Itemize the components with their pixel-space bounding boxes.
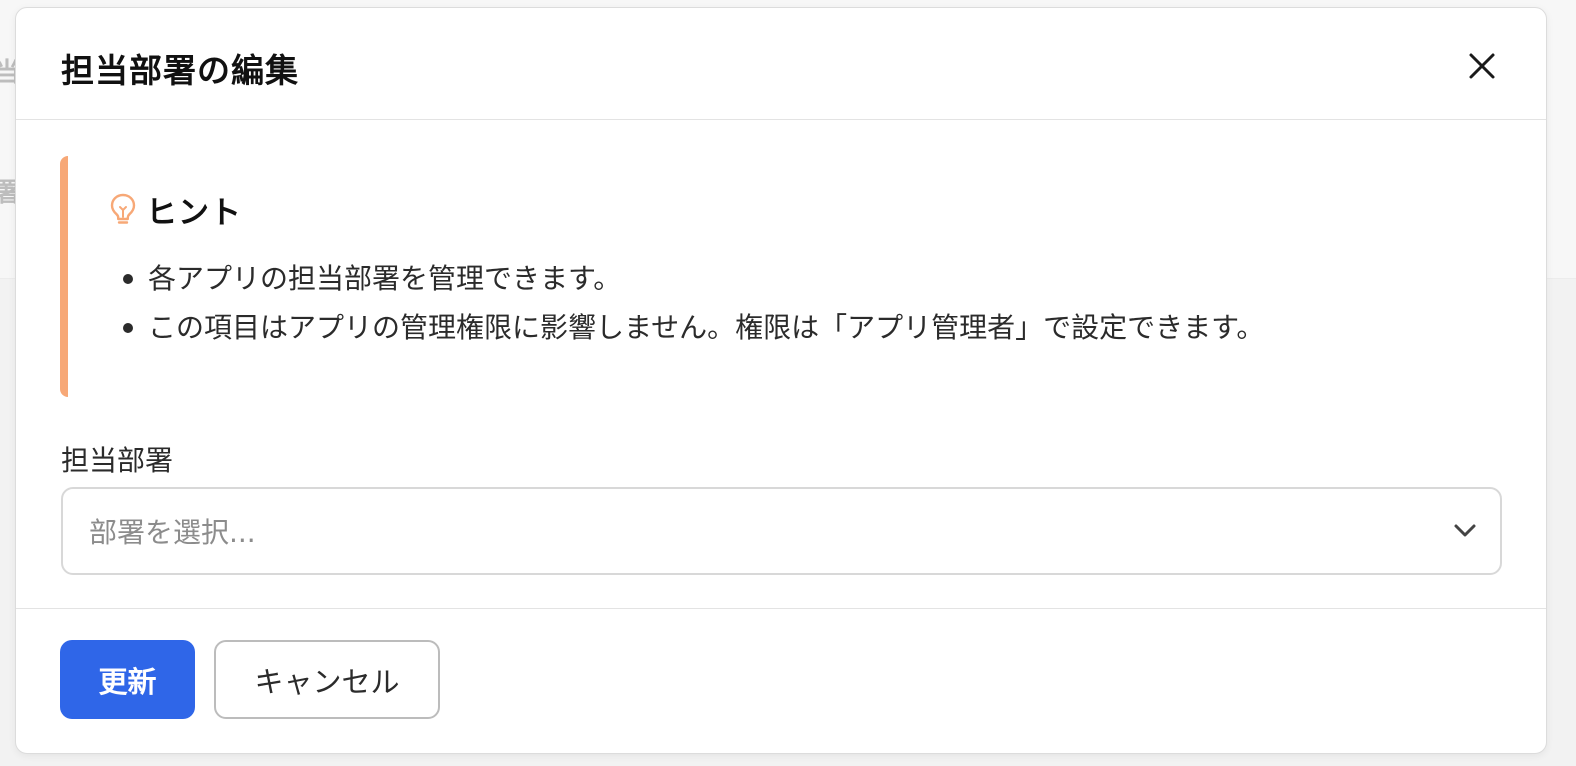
department-select[interactable]: 部署を選択... [61,487,1502,575]
update-button[interactable]: 更新 [60,640,195,719]
chevron-down-icon [1454,524,1476,537]
hint-list: 各アプリの担当部署を管理できます。 この項目はアプリの管理権限に影響しません。権… [120,254,1264,352]
close-icon [1469,53,1495,79]
hint-list-item: この項目はアプリの管理権限に影響しません。権限は「アプリ管理者」で設定できます。 [120,303,1264,352]
close-button[interactable] [1462,46,1502,86]
hint-list-item: 各アプリの担当部署を管理できます。 [120,254,1264,303]
bullet-icon [123,323,133,333]
hint-title: ヒント [146,195,242,231]
bullet-icon [123,274,133,284]
hint-item-text: この項目はアプリの管理権限に影響しません。権限は「アプリ管理者」で設定できます。 [148,311,1265,344]
lightbulb-icon [110,193,136,224]
hint-callout: ヒント 各アプリの担当部署を管理できます。 この項目はアプリの管理権限に影響しま… [60,156,1508,397]
dialog-title: 担当部署の編集 [61,51,299,90]
hint-item-text: 各アプリの担当部署を管理できます。 [148,262,622,295]
dialog-header: 担当部署の編集 [16,8,1546,120]
hint-header: ヒント [110,187,242,232]
dialog-footer: 更新 キャンセル [16,608,1546,753]
cancel-button[interactable]: キャンセル [214,640,440,719]
edit-department-dialog: 担当部署の編集 ヒント 各アプリの担当部署を管理できます。 この項目はアプリの管… [15,7,1547,754]
department-field-label: 担当部署 [61,444,174,477]
department-select-placeholder: 部署を選択... [89,516,256,549]
